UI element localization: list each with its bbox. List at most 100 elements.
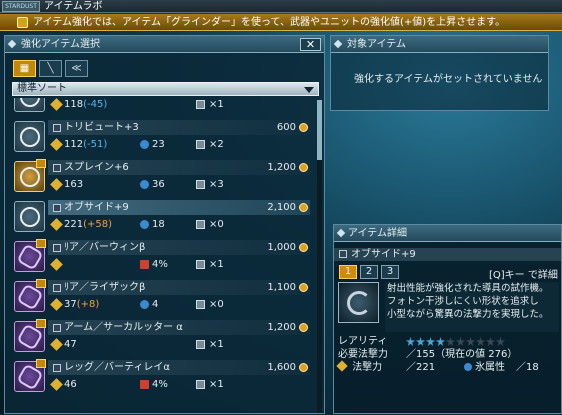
- item-count: ×1: [209, 259, 224, 270]
- tab-unit-icon[interactable]: ≪: [65, 60, 88, 77]
- stack-icon: [196, 300, 205, 309]
- meseta-icon: [299, 363, 308, 372]
- panel-title: 対象アイテム: [347, 39, 406, 50]
- scrollbar-thumb[interactable]: [317, 100, 322, 160]
- item-price: 1,200: [267, 322, 296, 333]
- check-icon: [36, 159, 46, 168]
- item-type-icon: [53, 204, 61, 212]
- attack-value: 46: [64, 379, 77, 390]
- item-name: オブサイド+9: [64, 202, 129, 213]
- item-glyph: [20, 127, 40, 147]
- page-3-button[interactable]: 3: [381, 265, 399, 279]
- attack-stat: 163: [64, 178, 83, 191]
- attack-stat: 47: [64, 338, 77, 351]
- item-name: レッグ／バーティレイα: [64, 362, 170, 373]
- element-value: 4: [152, 299, 159, 310]
- attack-delta: (-51): [83, 139, 108, 150]
- item-glyph: [20, 98, 40, 107]
- item-count: ×1: [209, 379, 224, 390]
- element-value: ／18: [516, 362, 539, 373]
- meseta-icon: [299, 243, 308, 252]
- item-type-icon: [53, 244, 61, 252]
- list-item[interactable]: スプレイン+6 1,200 163 36 ×3: [9, 156, 319, 196]
- attack-delta: (-45): [83, 99, 108, 110]
- item-type-icon: [53, 124, 61, 132]
- star-icon: [426, 337, 435, 346]
- element-icon: [140, 180, 149, 189]
- meseta-icon: [299, 323, 308, 332]
- star-icon: [446, 337, 455, 346]
- close-button[interactable]: ✕: [300, 38, 321, 51]
- panel-title: アイテム詳細: [348, 228, 407, 239]
- check-icon: [36, 359, 46, 368]
- item-count: ×3: [209, 179, 224, 190]
- tab-weapon-icon[interactable]: ╲: [39, 60, 62, 77]
- attack-icon: [50, 338, 63, 351]
- attack-value: 47: [64, 339, 77, 350]
- star-icon: [476, 337, 485, 346]
- star-icon: [496, 337, 505, 346]
- attack-icon: [50, 138, 63, 151]
- item-large-icon: [338, 282, 379, 323]
- item-name-bar: ﾘア／バーウィンβ 1,000: [48, 240, 310, 255]
- list-item[interactable]: アーム／サーカルッター α 1,200 47 ×1: [9, 316, 319, 356]
- item-name-bar: レッグ／バーティレイα 1,600: [48, 360, 310, 375]
- item-stats: 4% ×1: [48, 258, 310, 271]
- star-icon: [416, 337, 425, 346]
- item-icon: [14, 201, 45, 232]
- page-2-button[interactable]: 2: [360, 265, 378, 279]
- item-stats: 47 ×1: [48, 338, 310, 351]
- attack-value: 221: [64, 219, 84, 230]
- item-name-bar: スプレイン+6 1,200: [48, 160, 310, 175]
- item-stats: 112(-51) 23 ×2: [48, 138, 310, 151]
- star-icon: [486, 337, 495, 346]
- list-item[interactable]: トリビュート+3 600 112(-51) 23 ×2: [9, 116, 319, 156]
- item-type-icon: [53, 284, 61, 292]
- desc-line: 射出性能が強化された導具の試作機。: [387, 283, 549, 294]
- element-value: 4%: [152, 379, 168, 390]
- list-item[interactable]: オブサイド+9 2,100 221(+58) 18 ×0: [9, 196, 319, 236]
- attack-value: ／221: [406, 362, 436, 373]
- list-item[interactable]: 118(-45) ×1: [9, 98, 319, 116]
- attack-stat: 46: [64, 378, 77, 391]
- item-stats: 46 4% ×1: [48, 378, 310, 391]
- panel-header: 強化アイテム選択 ✕: [5, 36, 324, 53]
- list-item[interactable]: レッグ／バーティレイα 1,600 46 4% ×1: [9, 356, 319, 396]
- info-text: アイテム強化では、アイテム「グラインダー」を使って、武器やユニットの強化値(+値…: [33, 17, 506, 28]
- info-banner: アイテム強化では、アイテム「グラインダー」を使って、武器やユニットの強化値(+値…: [0, 14, 562, 31]
- sort-dropdown[interactable]: 標準ソート: [12, 82, 319, 96]
- attack-icon: [50, 98, 63, 111]
- page-1-button[interactable]: 1: [339, 265, 357, 279]
- item-glyph: [20, 167, 40, 187]
- attack-icon: [50, 298, 63, 311]
- item-price: 1,600: [267, 362, 296, 373]
- attack-icon: [50, 258, 63, 271]
- item-price: 1,200: [267, 162, 296, 173]
- tab-all-icon[interactable]: ▦: [13, 60, 36, 77]
- attack-delta: (+8): [76, 299, 100, 310]
- stack-icon: [196, 340, 205, 349]
- game-logo: STARDUST: [2, 1, 40, 12]
- sort-label: 標準ソート: [17, 83, 67, 94]
- check-icon: [36, 239, 46, 248]
- attack-stat: 112(-51): [64, 138, 107, 151]
- info-icon: [17, 17, 28, 28]
- stack-icon: [196, 100, 205, 109]
- attack-value: 118: [64, 99, 84, 110]
- scrollbar[interactable]: [317, 100, 322, 413]
- star-icon: [406, 337, 415, 346]
- item-name: ﾘア／バーウィンβ: [64, 242, 146, 253]
- diamond-icon: [333, 39, 343, 49]
- list-item[interactable]: ﾘア／バーウィンβ 1,000 4% ×1: [9, 236, 319, 276]
- requirement-value: ／155（現在の値 276）: [406, 349, 518, 360]
- star-icon: [466, 337, 475, 346]
- meseta-icon: [299, 283, 308, 292]
- panel-title: 強化アイテム選択: [21, 39, 100, 50]
- item-stats: 118(-45) ×1: [48, 98, 310, 111]
- item-glyph: [20, 207, 40, 227]
- item-name-bar: オブサイド+9 2,100: [48, 200, 310, 215]
- requirement-label: 必要法撃力: [338, 349, 388, 360]
- list-item[interactable]: ﾘア／ライザックβ 1,100 37(+8) 4 ×0: [9, 276, 319, 316]
- element-icon: [140, 260, 149, 269]
- star-icon: [436, 337, 445, 346]
